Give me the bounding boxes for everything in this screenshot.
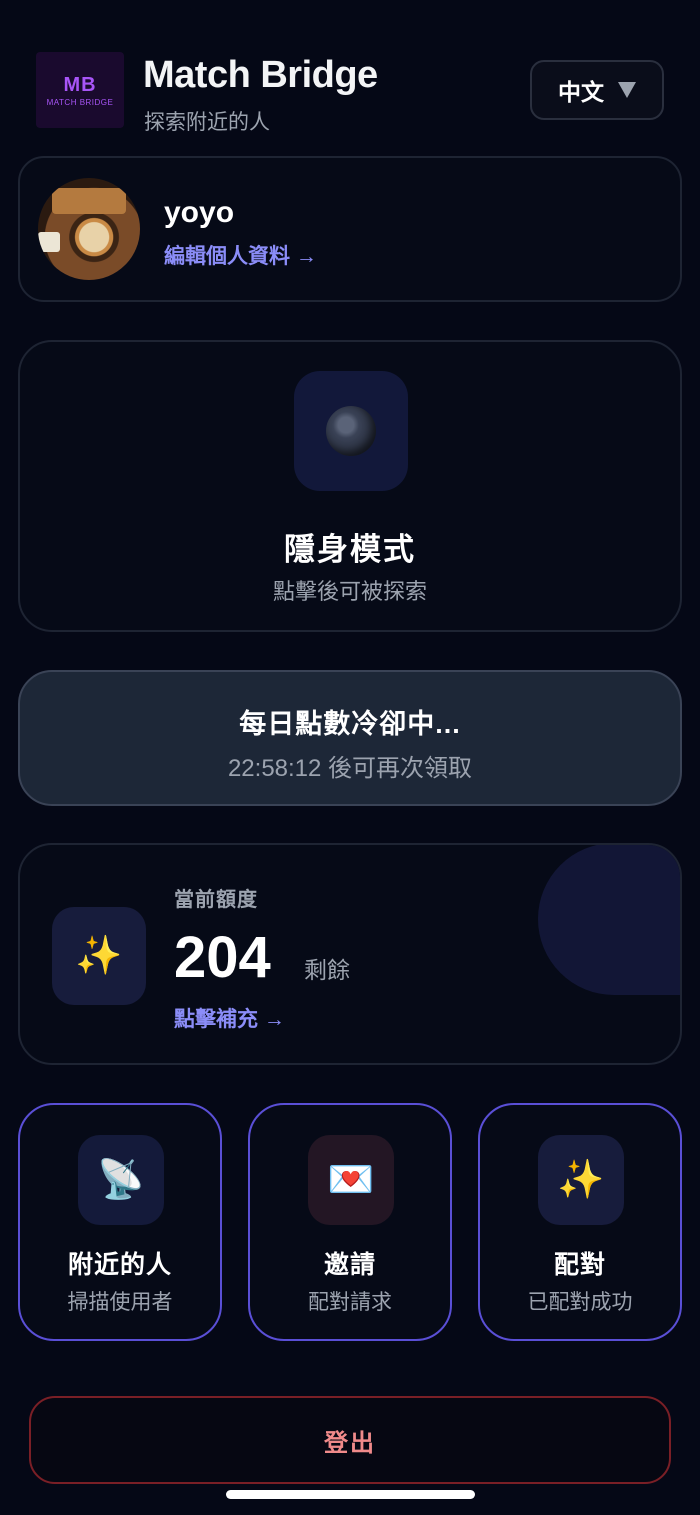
- top-up-link[interactable]: 點擊補充 →: [174, 1003, 285, 1033]
- daily-points-cooldown-card: 每日點數冷卻中... 22:58:12 後可再次領取: [18, 670, 682, 806]
- edit-profile-link[interactable]: 編輯個人資料 →: [164, 240, 317, 270]
- logo-mark: MB: [63, 73, 97, 96]
- credits-label: 當前額度: [174, 889, 258, 911]
- feature-invitations[interactable]: 💌 邀請 配對請求: [248, 1103, 452, 1341]
- moon-icon: [326, 406, 376, 456]
- app-logo: MB MATCH BRIDGE: [36, 52, 124, 128]
- feature-title: 附近的人: [67, 1251, 172, 1279]
- profile-card[interactable]: yoyo 編輯個人資料 →: [18, 156, 682, 302]
- decorative-circle: [538, 845, 680, 995]
- feature-matches[interactable]: ✨ 配對 已配對成功: [478, 1103, 682, 1341]
- cooldown-timer: 22:58:12 後可再次領取: [227, 755, 473, 782]
- stealth-mode-subtitle: 點擊後可被探索: [272, 579, 427, 604]
- feature-nearby-people[interactable]: 📡 附近的人 掃描使用者: [18, 1103, 222, 1341]
- language-selector[interactable]: 中文: [530, 60, 664, 120]
- app-subtitle: 探索附近的人: [144, 111, 270, 134]
- app-header: MB MATCH BRIDGE Match Bridge 探索附近的人 中文: [36, 52, 664, 134]
- moon-icon-tile: [294, 371, 408, 491]
- feature-subtitle: 掃描使用者: [67, 1291, 173, 1314]
- feature-title: 配對: [553, 1251, 606, 1279]
- credits-card[interactable]: ✨ 當前額度 204 剩餘 點擊補充 →: [18, 843, 682, 1065]
- chevron-down-icon: [618, 82, 636, 98]
- sparkles-icon: ✨: [52, 907, 146, 1005]
- profile-name: yoyo: [164, 196, 235, 229]
- feature-subtitle: 配對請求: [308, 1291, 392, 1314]
- love-letter-icon: 💌: [308, 1135, 394, 1225]
- home-indicator[interactable]: [226, 1490, 475, 1499]
- home-screen: MB MATCH BRIDGE Match Bridge 探索附近的人 中文 y…: [0, 0, 700, 1515]
- credits-unit: 剩餘: [304, 957, 350, 983]
- satellite-dish-icon: 📡: [78, 1135, 164, 1225]
- sparkles-icon: ✨: [538, 1135, 624, 1225]
- logout-label: 登出: [324, 1429, 376, 1457]
- avatar: [38, 178, 140, 280]
- logo-wordmark: MATCH BRIDGE: [46, 97, 114, 107]
- credits-value: 204: [174, 925, 271, 990]
- stealth-mode-title: 隱身模式: [284, 532, 416, 567]
- cooldown-title: 每日點數冷卻中...: [239, 709, 461, 739]
- language-label: 中文: [558, 79, 604, 105]
- feature-subtitle: 已配對成功: [527, 1291, 633, 1314]
- feature-title: 邀請: [323, 1251, 376, 1279]
- stealth-mode-card[interactable]: 隱身模式 點擊後可被探索: [18, 340, 682, 632]
- app-title: Match Bridge: [143, 54, 378, 96]
- logout-button[interactable]: 登出: [29, 1396, 671, 1484]
